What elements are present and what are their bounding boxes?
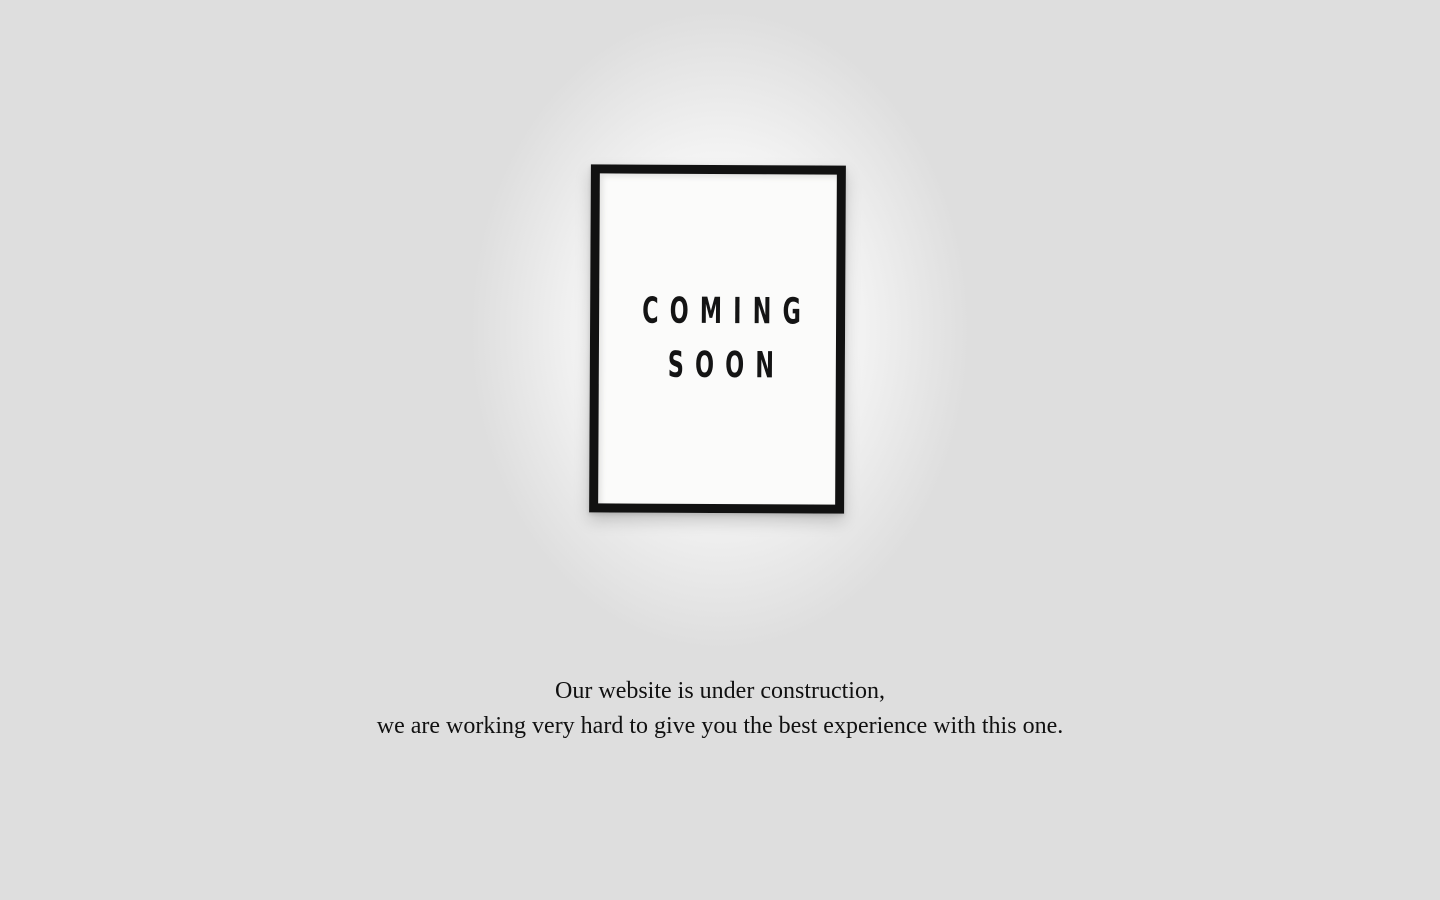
coming-soon-poster: COMING SOON — [598, 173, 837, 504]
construction-message: Our website is under construction, we ar… — [0, 674, 1440, 744]
construction-message-line-1: Our website is under construction, — [555, 678, 885, 704]
coming-soon-poster-frame: COMING SOON — [589, 164, 846, 514]
coming-soon-page: COMING SOON Our website is under constru… — [0, 0, 1440, 900]
poster-line-coming: COMING — [641, 290, 812, 333]
poster-line-soon: SOON — [667, 344, 786, 387]
construction-message-line-2: we are working very hard to give you the… — [376, 713, 1064, 739]
